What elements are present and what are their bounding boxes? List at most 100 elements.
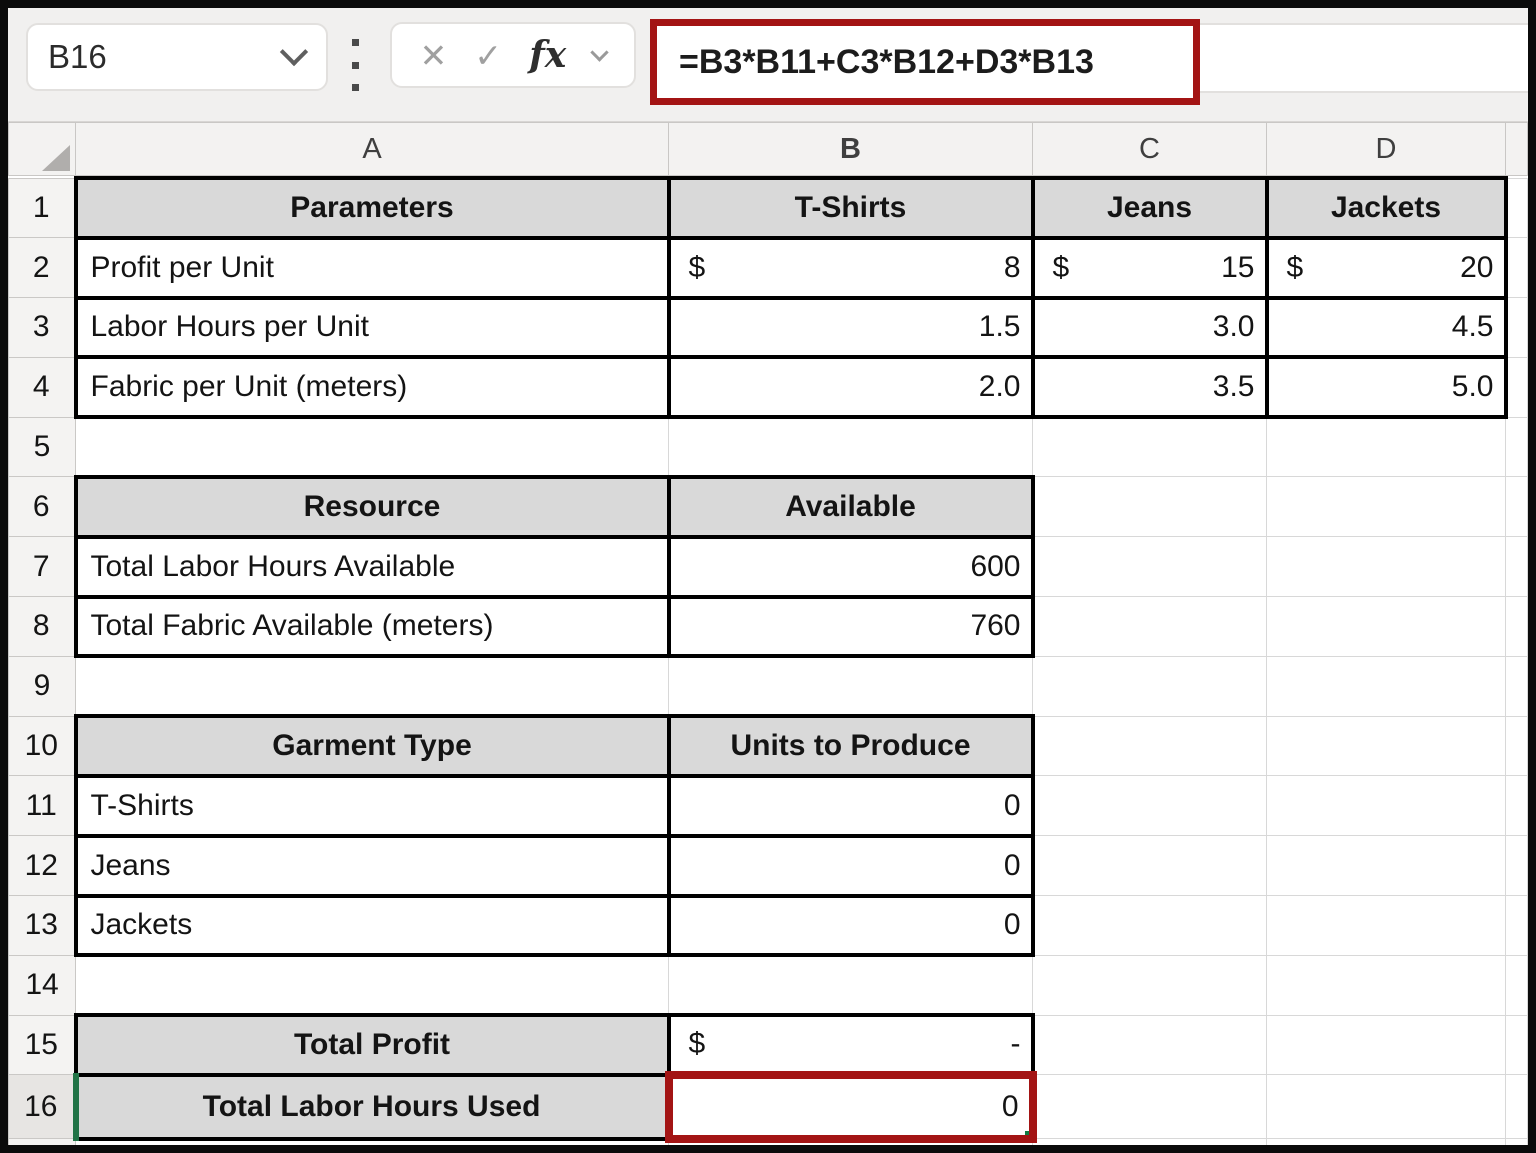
cell-D4[interactable]: 5.0 [1267,357,1506,417]
cell-C11[interactable] [1033,776,1267,836]
cell-B6[interactable]: Available [669,477,1033,537]
column-header-E-partial[interactable] [1506,123,1528,176]
cell-E13[interactable] [1506,896,1528,956]
row-header-8[interactable]: 8 [9,597,76,657]
cell-D1[interactable]: Jackets [1267,178,1506,238]
cell-C7[interactable] [1033,537,1267,597]
cell-A1[interactable]: Parameters [76,178,669,238]
column-header-B[interactable]: B [669,123,1033,176]
cell-A5[interactable] [76,417,669,477]
cell-B15[interactable]: $- [669,1015,1033,1075]
cell-C8[interactable] [1033,597,1267,657]
cell-E7[interactable] [1506,537,1528,597]
cell-D3[interactable]: 4.5 [1267,298,1506,358]
cell-D7[interactable] [1267,537,1506,597]
row-header-3[interactable]: 3 [9,298,76,358]
cell-C2[interactable]: $15 [1033,238,1267,298]
cell-E6[interactable] [1506,477,1528,537]
cell-B8[interactable]: 760 [669,597,1033,657]
cell-A4[interactable]: Fabric per Unit (meters) [76,357,669,417]
cell-A15[interactable]: Total Profit [76,1015,669,1075]
select-all-button[interactable] [9,123,76,176]
cell-C1[interactable]: Jeans [1033,178,1267,238]
cell-D8[interactable] [1267,597,1506,657]
insert-function-icon[interactable]: fx [529,37,566,73]
cell-C3[interactable]: 3.0 [1033,298,1267,358]
cell-C9[interactable] [1033,656,1267,716]
cell-E9[interactable] [1506,656,1528,716]
cell-E14[interactable] [1506,955,1528,1015]
cell-E2[interactable] [1506,238,1528,298]
cell-E3[interactable] [1506,298,1528,358]
cell-A7[interactable]: Total Labor Hours Available [76,537,669,597]
row-header-15[interactable]: 15 [9,1015,76,1075]
cell-D12[interactable] [1267,836,1506,896]
cancel-icon[interactable]: ✕ [420,39,448,72]
fill-handle[interactable] [1023,1129,1033,1139]
cell-B7[interactable]: 600 [669,537,1033,597]
row-header-2[interactable]: 2 [9,238,76,298]
cell-A13[interactable]: Jackets [76,896,669,956]
cell-E10[interactable] [1506,716,1528,776]
cell-A12[interactable]: Jeans [76,836,669,896]
cell-E11[interactable] [1506,776,1528,836]
cell-C6[interactable] [1033,477,1267,537]
cell-B16[interactable]: 0 [669,1075,1033,1139]
cell-A10[interactable]: Garment Type [76,716,669,776]
cell-B14[interactable] [669,955,1033,1015]
row-header-7[interactable]: 7 [9,537,76,597]
cell-D9[interactable] [1267,656,1506,716]
row-header-4[interactable]: 4 [9,357,76,417]
cell-C13[interactable] [1033,896,1267,956]
cell-E8[interactable] [1506,597,1528,657]
cell-E1[interactable] [1506,178,1528,238]
cell-C10[interactable] [1033,716,1267,776]
cell-D11[interactable] [1267,776,1506,836]
cell-A14[interactable] [76,955,669,1015]
cell-E4[interactable] [1506,357,1528,417]
formula-bar-input[interactable]: =B3*B11+C3*B12+D3*B13 [679,43,1094,82]
cell-D16[interactable] [1267,1075,1506,1139]
cell-C4[interactable]: 3.5 [1033,357,1267,417]
cell-B5[interactable] [669,417,1033,477]
cell-C12[interactable] [1033,836,1267,896]
cell-B1[interactable]: T-Shirts [669,178,1033,238]
cell-D10[interactable] [1267,716,1506,776]
row-header-6[interactable]: 6 [9,477,76,537]
cell-A3[interactable]: Labor Hours per Unit [76,298,669,358]
cell-B3[interactable]: 1.5 [669,298,1033,358]
cell-D2[interactable]: $20 [1267,238,1506,298]
cell-D13[interactable] [1267,896,1506,956]
cell-B11[interactable]: 0 [669,776,1033,836]
cell-A11[interactable]: T-Shirts [76,776,669,836]
cell-D14[interactable] [1267,955,1506,1015]
cell-A8[interactable]: Total Fabric Available (meters) [76,597,669,657]
cell-B12[interactable]: 0 [669,836,1033,896]
row-header-13[interactable]: 13 [9,896,76,956]
cell-D5[interactable] [1267,417,1506,477]
cell-A16[interactable]: Total Labor Hours Used [76,1075,669,1139]
cell-E15[interactable] [1506,1015,1528,1075]
name-box[interactable]: B16 [26,23,328,91]
cell-A6[interactable]: Resource [76,477,669,537]
cell-A2[interactable]: Profit per Unit [76,238,669,298]
row-header-12[interactable]: 12 [9,836,76,896]
cell-B13[interactable]: 0 [669,896,1033,956]
cell-C16[interactable] [1033,1075,1267,1139]
row-header-16[interactable]: 16 [9,1075,76,1139]
cell-B10[interactable]: Units to Produce [669,716,1033,776]
row-header-9[interactable]: 9 [9,656,76,716]
cell-C14[interactable] [1033,955,1267,1015]
cell-D15[interactable] [1267,1015,1506,1075]
cell-E12[interactable] [1506,836,1528,896]
row-header-10[interactable]: 10 [9,716,76,776]
name-box-dropdown-icon[interactable] [280,38,308,66]
cell-E16[interactable] [1506,1075,1528,1139]
enter-icon[interactable]: ✓ [474,39,502,72]
cell-A9[interactable] [76,656,669,716]
column-header-D[interactable]: D [1267,123,1506,176]
row-header-5[interactable]: 5 [9,417,76,477]
cell-B2[interactable]: $8 [669,238,1033,298]
row-header-1[interactable]: 1 [9,178,76,238]
row-header-14[interactable]: 14 [9,955,76,1015]
